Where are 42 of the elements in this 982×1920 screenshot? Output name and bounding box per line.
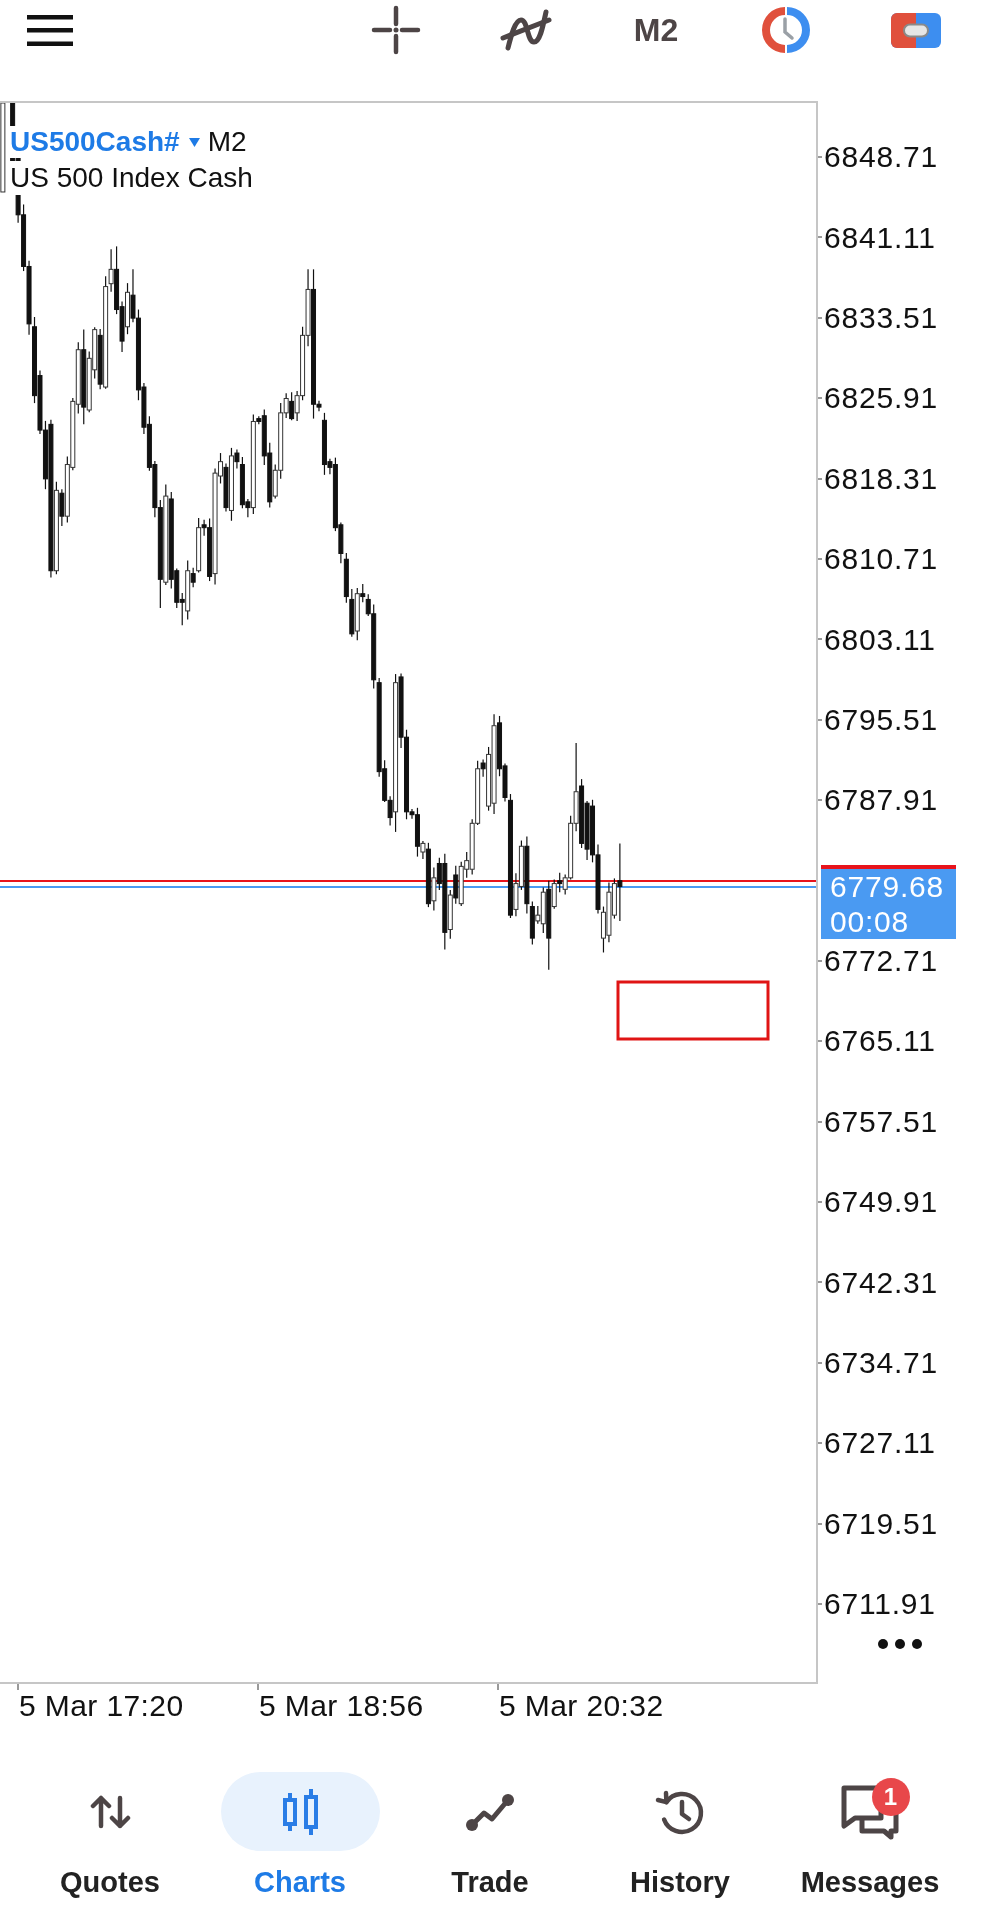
price-tick-label: 6719.51 [824,1506,939,1541]
price-tick-label: 6841.11 [824,220,936,255]
price-tick-label: 6772.71 [824,944,939,979]
candlestick-icon [280,1787,320,1836]
nav-tab[interactable]: Trade [395,1772,585,1899]
price-tick-label: 6825.91 [824,381,939,416]
price-tick-label: 6765.11 [824,1024,936,1059]
menu-icon[interactable] [27,14,73,46]
symbol-description: US 500 Index Cash [10,161,253,195]
price-tick-label: 6711.91 [824,1587,936,1622]
price-tick-label: 6833.51 [824,300,939,335]
nav-tab[interactable]: History [585,1772,775,1899]
time-tick-label: 5 Mar 18:56 [259,1689,424,1722]
time-tick-label: 5 Mar 17:20 [19,1689,184,1722]
wave-icon[interactable] [500,8,552,52]
price-tick-label: 6742.31 [824,1265,939,1300]
price-tick-label: 6749.91 [824,1185,939,1220]
symbol-name[interactable]: US500Cash# [10,126,180,158]
price-tick-label: 6757.51 [824,1104,939,1139]
nav-tab[interactable]: 1 Messages [775,1772,965,1899]
bar-countdown: 00:08 [830,903,911,939]
toggle-icon[interactable] [891,12,941,48]
price-tick-label: 6727.11 [824,1426,936,1461]
price-tick-label: 6734.71 [824,1346,939,1381]
more-icon[interactable] [878,1639,922,1650]
price-tick-label: 6848.71 [824,140,939,175]
clock-icon[interactable] [761,5,811,55]
price-tick-label: 6795.51 [824,702,939,737]
timeframe-button[interactable]: M2 [626,8,686,52]
price-tick-label: 6810.71 [824,542,939,577]
nav-tab[interactable]: Charts [205,1772,395,1899]
line-chart-icon [465,1791,515,1832]
unread-count: 1 [871,1778,910,1816]
nav-tab[interactable]: Quotes [15,1772,205,1899]
crosshair-icon[interactable] [371,5,421,55]
price-tick-label: 6787.91 [824,783,939,818]
up-down-arrows-icon [89,1794,131,1829]
dropdown-caret-icon[interactable] [188,137,200,147]
time-tick-label: 5 Mar 20:32 [499,1689,664,1722]
price-tick-label: 6818.31 [824,461,939,496]
price-tick-label: 6803.11 [824,622,936,657]
current-price-value: 6779.68 [830,868,946,904]
